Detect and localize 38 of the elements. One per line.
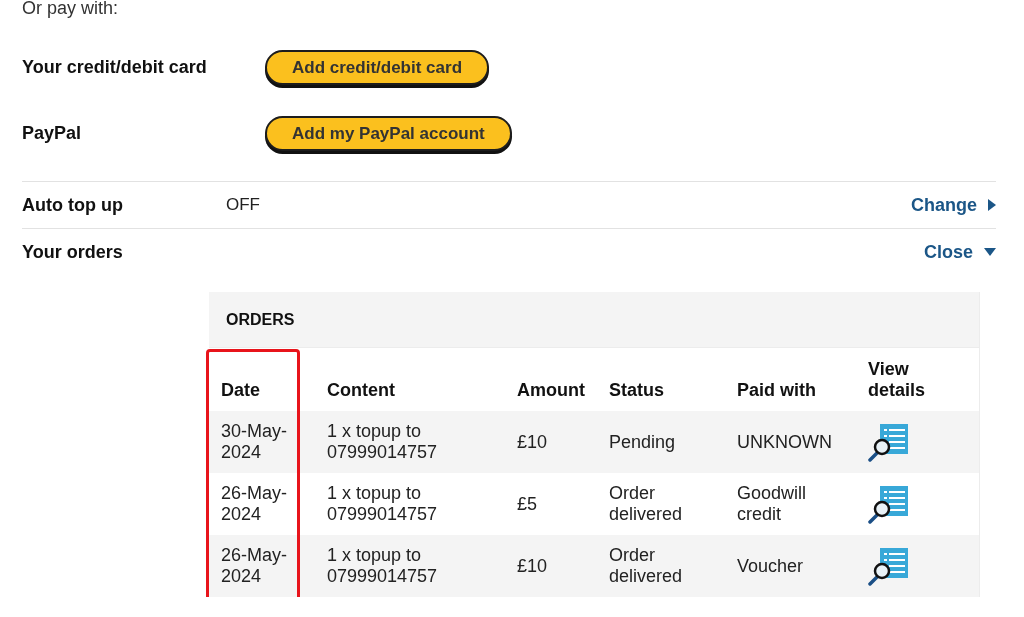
column-header: Content (327, 380, 395, 400)
view-details-button[interactable] (868, 486, 908, 524)
setting-value: OFF (226, 195, 260, 215)
column-header: Paid with (737, 380, 816, 400)
section-link[interactable]: Change (911, 194, 996, 216)
payment-label: PayPal (22, 123, 82, 144)
view-details-button[interactable] (868, 548, 908, 586)
table-cell-text: 26-May-2024 (221, 545, 288, 587)
table-cell: UNKNOWN (737, 431, 832, 453)
table-cell-text: 1 x topup to 07999014757 (327, 483, 439, 525)
payment-label: Your credit/debit card (22, 57, 207, 78)
table-cell: £10 (517, 431, 548, 453)
table-cell-text: Order delivered (609, 483, 684, 525)
setting-label: Your orders (22, 241, 123, 263)
table-cell-text: Order delivered (609, 545, 684, 587)
table-cell: £10 (517, 555, 548, 577)
table-cell-text: 1 x topup to 07999014757 (327, 421, 439, 463)
column-header: View details (868, 359, 926, 400)
document-search-icon (868, 424, 908, 462)
view-details-button[interactable] (868, 424, 908, 462)
section-link[interactable]: Close (923, 241, 996, 263)
intro-text: Or pay with: (22, 0, 119, 18)
add-payment-button[interactable]: Add my PayPal account (265, 116, 512, 151)
setting-label: Auto top up (22, 194, 123, 216)
table-cell: £5 (517, 493, 538, 515)
column-header: Amount (517, 380, 585, 400)
table-cell-text: 30-May-2024 (221, 421, 288, 463)
column-header: Status (609, 380, 664, 400)
add-payment-button[interactable]: Add credit/debit card (265, 50, 490, 85)
panel-title: ORDERS (226, 310, 295, 329)
table-cell-text: 1 x topup to 07999014757 (327, 545, 439, 587)
table-cell: Voucher (737, 555, 804, 577)
table-cell-text: 26-May-2024 (221, 483, 288, 525)
table-cell-text: Goodwill credit (737, 483, 808, 525)
document-search-icon (868, 548, 908, 586)
table-cell: Pending (609, 431, 676, 453)
document-search-icon (868, 486, 908, 524)
column-header: Date (221, 380, 260, 400)
